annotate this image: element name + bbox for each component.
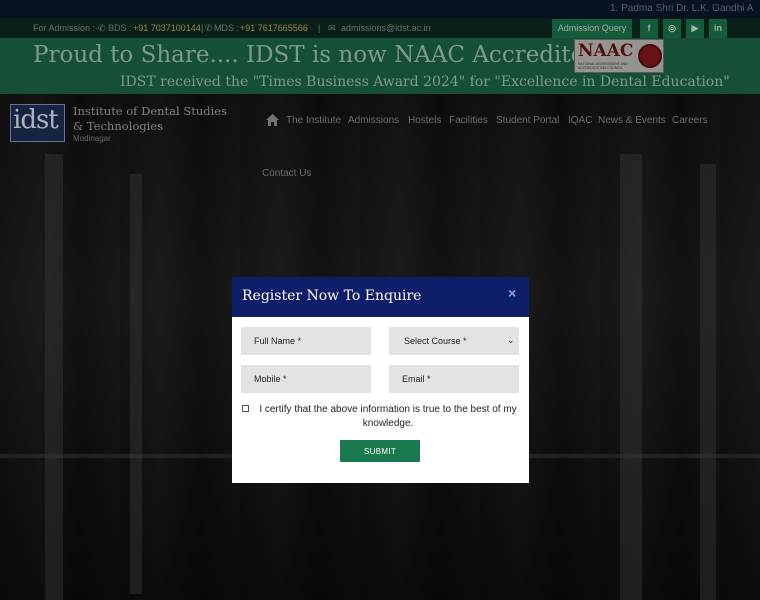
modal-title: Register Now To Enquire (242, 288, 422, 304)
modal-header: Register Now To Enquire × (232, 277, 529, 317)
email-input[interactable] (389, 365, 519, 393)
submit-button[interactable]: SUBMIT (340, 440, 420, 462)
chevron-down-icon: ⌄ (507, 335, 515, 345)
certify-label: I certify that the above information is … (259, 404, 517, 429)
close-icon[interactable]: × (508, 285, 516, 301)
full-name-input[interactable] (241, 327, 371, 355)
mobile-input[interactable] (241, 365, 371, 393)
certify-checkbox[interactable] (242, 405, 249, 412)
course-select-value: Select Course * (404, 336, 467, 346)
course-select[interactable]: Select Course * ⌄ (389, 327, 519, 355)
enquiry-modal: Register Now To Enquire × Select Course … (232, 277, 529, 483)
